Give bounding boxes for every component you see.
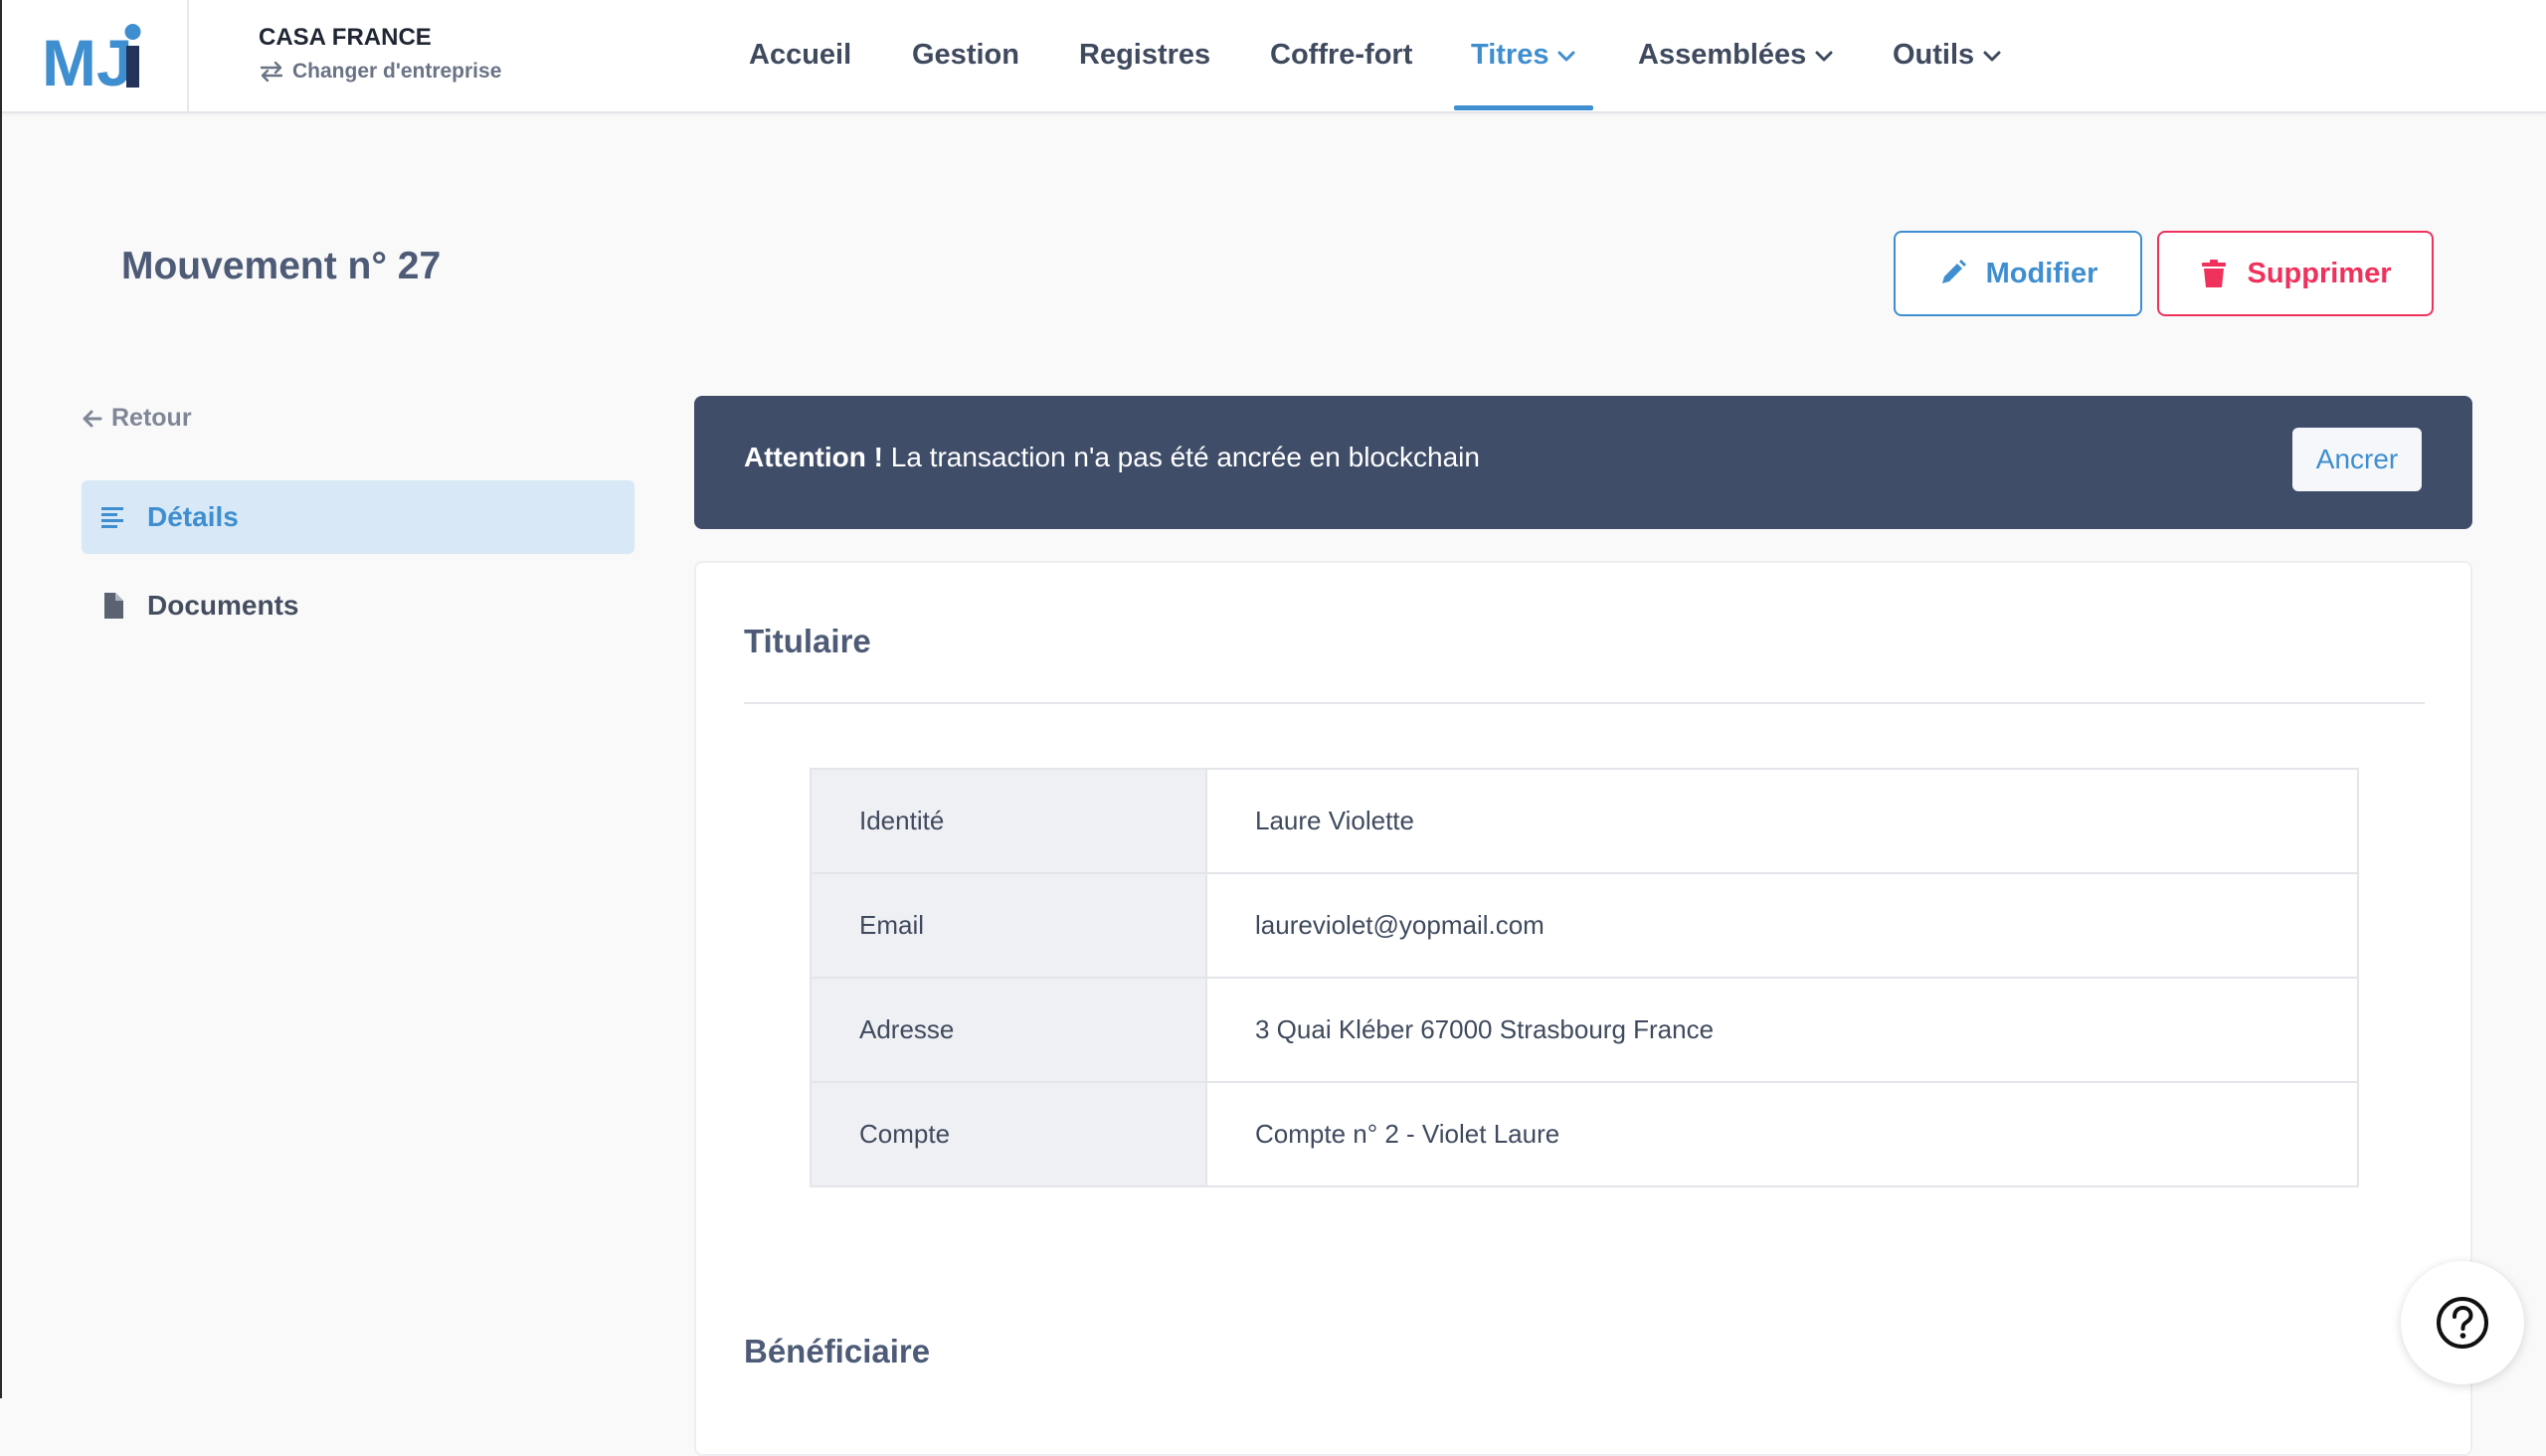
nav-label: Registres bbox=[1079, 38, 1211, 71]
switch-company-label: Changer d'entreprise bbox=[292, 60, 502, 83]
table-row: Email laureviolet@yopmail.com bbox=[812, 874, 2357, 979]
nav-label: Accueil bbox=[749, 38, 852, 71]
row-key: Email bbox=[812, 874, 1205, 977]
blockchain-alert: Attention ! La transaction n'a pas été a… bbox=[694, 396, 2472, 529]
table-row: Compte Compte n° 2 - Violet Laure bbox=[812, 1083, 2357, 1185]
edit-button-label: Modifier bbox=[1985, 257, 2098, 289]
sidebar-item-documents[interactable]: Documents bbox=[82, 569, 635, 642]
page-title: Mouvement n° 27 bbox=[121, 245, 442, 287]
delete-button[interactable]: Supprimer bbox=[2157, 231, 2434, 316]
nav-assemblees[interactable]: Assemblées bbox=[1638, 0, 1834, 109]
alert-text: Attention ! La transaction n'a pas été a… bbox=[744, 442, 1480, 473]
delete-button-label: Supprimer bbox=[2247, 257, 2392, 289]
details-lines-icon bbox=[101, 507, 123, 528]
switch-company-link[interactable]: Changer d'entreprise bbox=[259, 60, 501, 84]
nav-gestion[interactable]: Gestion bbox=[912, 0, 1019, 109]
nav-label: Coffre-fort bbox=[1270, 38, 1413, 71]
details-card: Titulaire Identité Laure Violette Email … bbox=[694, 561, 2472, 1456]
holder-table: Identité Laure Violette Email laureviole… bbox=[810, 768, 2359, 1187]
chevron-down-icon bbox=[1815, 51, 1833, 61]
row-key: Compte bbox=[812, 1083, 1205, 1185]
holder-section-title: Titulaire bbox=[744, 623, 871, 659]
edit-button[interactable]: Modifier bbox=[1894, 231, 2142, 316]
back-link[interactable]: Retour bbox=[82, 404, 192, 433]
sidebar-item-label: Documents bbox=[147, 590, 299, 621]
row-key: Adresse bbox=[812, 979, 1205, 1081]
svg-text:MJ: MJ bbox=[42, 26, 133, 91]
nav-registres[interactable]: Registres bbox=[1079, 0, 1210, 109]
table-row: Identité Laure Violette bbox=[812, 770, 2357, 874]
row-value: Compte n° 2 - Violet Laure bbox=[1205, 1083, 2357, 1185]
sidebar-item-label: Détails bbox=[147, 501, 239, 532]
app-window: MJ CASA FRANCE Changer d'entreprise Accu… bbox=[0, 0, 2546, 1456]
row-value: 3 Quai Kléber 67000 Strasbourg France bbox=[1205, 979, 2357, 1081]
table-row: Adresse 3 Quai Kléber 67000 Strasbourg F… bbox=[812, 979, 2357, 1083]
trash-icon bbox=[2202, 260, 2227, 287]
nav-label: Gestion bbox=[912, 38, 1019, 71]
nav-coffre-fort[interactable]: Coffre-fort bbox=[1270, 0, 1412, 109]
beneficiary-section-title: Bénéficiaire bbox=[744, 1333, 931, 1369]
row-key: Identité bbox=[812, 770, 1205, 872]
nav-label: Outils bbox=[1893, 38, 1975, 71]
company-name: CASA FRANCE bbox=[259, 24, 432, 51]
help-button[interactable] bbox=[2401, 1261, 2524, 1384]
chevron-down-icon bbox=[1983, 51, 2001, 61]
top-bar: MJ CASA FRANCE Changer d'entreprise Accu… bbox=[2, 0, 2546, 113]
help-circle-icon bbox=[2437, 1297, 2488, 1349]
section-divider bbox=[744, 702, 2425, 704]
back-link-label: Retour bbox=[111, 404, 192, 432]
alert-message: La transaction n'a pas été ancrée en blo… bbox=[882, 442, 1480, 472]
anchor-button[interactable]: Ancrer bbox=[2292, 428, 2422, 491]
nav-outils[interactable]: Outils bbox=[1893, 0, 2002, 109]
active-tab-indicator bbox=[1454, 105, 1593, 110]
document-icon bbox=[104, 593, 123, 619]
nav-label: Titres bbox=[1471, 38, 1549, 71]
chevron-down-icon bbox=[1557, 51, 1575, 61]
pencil-icon bbox=[1941, 260, 1966, 283]
nav-titres[interactable]: Titres bbox=[1471, 0, 1576, 109]
company-logo[interactable]: MJ bbox=[42, 22, 151, 91]
nav-accueil[interactable]: Accueil bbox=[749, 0, 851, 109]
nav-label: Assemblées bbox=[1638, 38, 1807, 71]
row-value: laureviolet@yopmail.com bbox=[1205, 874, 2357, 977]
row-value: Laure Violette bbox=[1205, 770, 2357, 872]
arrow-left-icon bbox=[83, 410, 102, 427]
logo-divider bbox=[187, 0, 189, 111]
sidebar-item-details[interactable]: Détails bbox=[82, 480, 635, 554]
alert-strong: Attention ! bbox=[744, 442, 883, 472]
swap-arrows-icon bbox=[260, 61, 283, 83]
